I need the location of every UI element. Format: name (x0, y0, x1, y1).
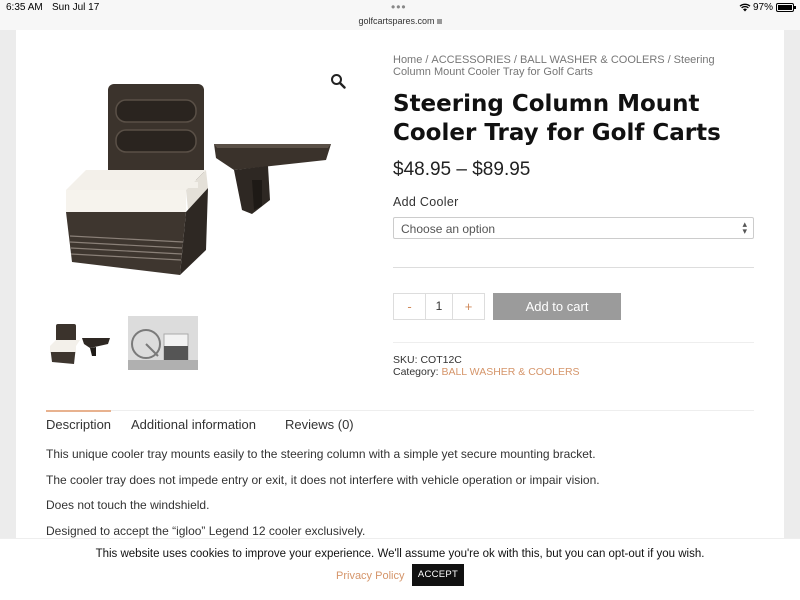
battery-icon (776, 3, 796, 12)
quantity-increase-button[interactable]: + (453, 294, 484, 319)
add-cooler-select[interactable]: Choose an option ▴ ▾ (393, 217, 754, 239)
privacy-policy-link[interactable]: Privacy Policy (336, 570, 404, 582)
quantity-stepper[interactable]: - 1 + (393, 293, 485, 320)
product-meta: SKU: COT12C Category: BALL WASHER & COOL… (393, 354, 580, 378)
cookie-message: This website uses cookies to improve you… (95, 548, 705, 560)
url-bar[interactable]: golfcartspares.com (0, 16, 800, 26)
breadcrumb-accessories[interactable]: ACCESSORIES (431, 54, 510, 66)
thumbnail-cart-mounted[interactable] (128, 316, 198, 370)
product-price: $48.95 – $89.95 (393, 159, 531, 180)
quantity-input[interactable]: 1 (425, 294, 453, 319)
product-title: Steering Column Mount Cooler Tray for Go… (393, 91, 721, 146)
breadcrumb-home[interactable]: Home (393, 54, 422, 66)
quantity-decrease-button[interactable]: - (394, 294, 425, 319)
description-paragraph: The cooler tray does not impede entry or… (46, 472, 600, 487)
description-paragraph: Designed to accept the “igloo” Legend 12… (46, 523, 366, 538)
wifi-icon (739, 3, 751, 12)
product-tabs: Description Additional information Revie… (46, 410, 754, 438)
cookie-banner: This website uses cookies to improve you… (0, 538, 800, 600)
description-panel: This unique cooler tray mounts easily to… (46, 448, 746, 550)
thumbnail-cooler[interactable] (46, 318, 116, 372)
more-icon[interactable]: ••• (391, 0, 407, 14)
category-link[interactable]: BALL WASHER & COOLERS (441, 366, 579, 378)
divider (393, 342, 754, 343)
tab-reviews[interactable]: Reviews (0) (285, 417, 354, 432)
zoom-icon[interactable] (330, 73, 346, 89)
browser-status-bar: 6:35 AM Sun Jul 17 ••• golfcartspares.co… (0, 0, 800, 30)
select-placeholder: Choose an option (401, 222, 496, 236)
breadcrumb: Home / ACCESSORIES / BALL WASHER & COOLERS / S… (393, 54, 715, 78)
product-image[interactable] (56, 70, 346, 290)
description-paragraph: This unique cooler tray mounts easily to… (46, 447, 596, 461)
category-label: Category: (393, 366, 439, 378)
tab-additional-information[interactable]: Additional information (131, 417, 256, 432)
status-date: Sun Jul 17 (52, 2, 100, 13)
tab-description[interactable]: Description (46, 410, 112, 432)
lock-icon (436, 19, 442, 24)
description-paragraph: Does not touch the windshield. (46, 498, 210, 512)
add-to-cart-button[interactable]: Add to cart (493, 293, 621, 320)
sku-label: SKU: (393, 354, 418, 366)
sku-value: COT12C (420, 354, 462, 366)
breadcrumb-ball-washer[interactable]: BALL WASHER & COOLERS (520, 54, 665, 66)
divider (393, 267, 754, 268)
status-time: 6:35 AM (6, 2, 43, 13)
url-text: golfcartspares.com (358, 16, 435, 26)
chevron-updown-icon: ▴ ▾ (742, 219, 747, 236)
accept-cookies-button[interactable]: ACCEPT (412, 564, 464, 586)
battery-percent: 97% (753, 2, 774, 13)
option-label: Add Cooler (393, 195, 459, 209)
